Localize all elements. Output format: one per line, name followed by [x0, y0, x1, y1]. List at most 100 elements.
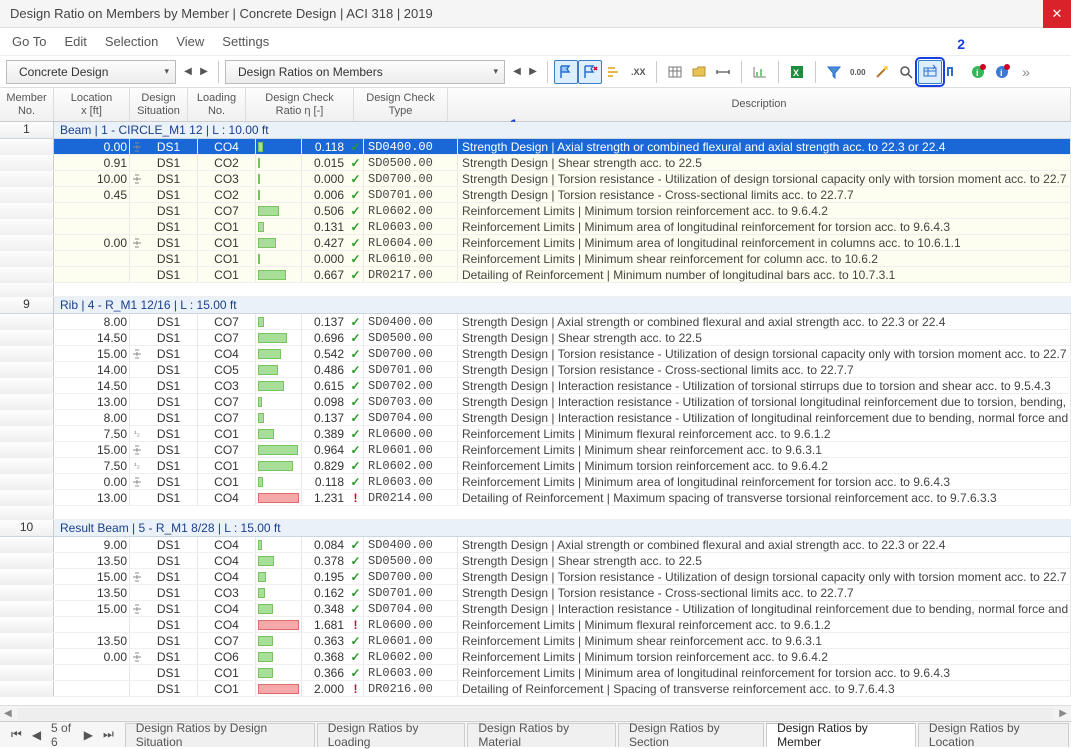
cell-ratio-bar	[256, 458, 302, 473]
table-row[interactable]: 15.00DS1CO40.542✓SD0700.00Strength Desig…	[0, 346, 1071, 362]
table-row[interactable]: 14.50DS1CO30.615✓SD0702.00Strength Desig…	[0, 378, 1071, 394]
table-row[interactable]: 0.45DS1CO20.006✓SD0701.00Strength Design…	[0, 187, 1071, 203]
table-row[interactable]: 0.00DS1CO40.118✓SD0400.00Strength Design…	[0, 139, 1071, 155]
table-row[interactable]: 0.00DS1CO10.427✓RL0604.00Reinforcement L…	[0, 235, 1071, 251]
table-row[interactable]: 14.50DS1CO70.696✓SD0500.00Strength Desig…	[0, 330, 1071, 346]
more-icon[interactable]: »	[1014, 60, 1038, 84]
cell-loading-no: CO3	[198, 585, 256, 600]
table-row[interactable]: 14.00DS1CO50.486✓SD0701.00Strength Desig…	[0, 362, 1071, 378]
horizontal-scrollbar[interactable]: ◀▶	[0, 705, 1071, 721]
member-icon[interactable]	[942, 60, 966, 84]
tab-navigator[interactable]: ⏮ ◀ 5 of 6 ▶ ⏭	[0, 721, 125, 749]
header-loading-no[interactable]: Loading No.	[188, 88, 246, 121]
cell-ratio-bar	[256, 569, 302, 584]
table-row[interactable]: 15.00DS1CO40.195✓SD0700.00Strength Desig…	[0, 569, 1071, 585]
header-location[interactable]: Location x [ft]	[54, 88, 130, 121]
next-addon-button[interactable]: ▶	[196, 61, 212, 83]
prev-addon-button[interactable]: ◀	[180, 61, 196, 83]
next-table-button[interactable]: ▶	[525, 61, 541, 83]
table-row[interactable]: 15.00DS1CO40.348✓SD0704.00Strength Desig…	[0, 601, 1071, 617]
view-gantt-icon[interactable]	[602, 60, 626, 84]
menu-settings[interactable]: Settings	[222, 34, 269, 49]
cell-loading-no: CO4	[198, 346, 256, 361]
last-page-icon[interactable]: ⏭	[100, 727, 117, 742]
table-view-icon[interactable]	[663, 60, 687, 84]
table-row[interactable]: 13.00DS1CO41.231!DR0214.00Detailing of R…	[0, 490, 1071, 506]
cell-ratio-value: 0.363	[302, 633, 348, 648]
table-row[interactable]: 0.00DS1CO10.118✓RL0603.00Reinforcement L…	[0, 474, 1071, 490]
check-status-icon: ✓	[348, 203, 364, 218]
table-row[interactable]: DS1CO10.366✓RL0603.00Reinforcement Limit…	[0, 665, 1071, 681]
tab-design-ratios-by-location[interactable]: Design Ratios by Location	[918, 723, 1069, 747]
folder-icon[interactable]	[687, 60, 711, 84]
header-member-no[interactable]: Member No.	[0, 88, 54, 121]
sync-selection-icon[interactable]	[918, 60, 942, 84]
header-design-situation[interactable]: Design Situation	[130, 88, 188, 121]
decimal-icon[interactable]: .XX	[626, 60, 650, 84]
table-row[interactable]: 13.50DS1CO30.162✓SD0701.00Strength Desig…	[0, 585, 1071, 601]
table-row[interactable]: 8.00DS1CO70.137✓SD0400.00Strength Design…	[0, 314, 1071, 330]
header-ratio[interactable]: Design Check Ratio η [-]	[246, 88, 354, 121]
check-status-icon: ✓	[348, 553, 364, 568]
cell-check-type: SD0702.00	[364, 378, 458, 393]
prev-table-button[interactable]: ◀	[509, 61, 525, 83]
next-page-icon[interactable]: ▶	[81, 728, 96, 742]
header-description[interactable]: Description	[448, 88, 1071, 121]
tab-design-ratios-by-material[interactable]: Design Ratios by Material	[467, 723, 616, 747]
table-row[interactable]: 9.00DS1CO40.084✓SD0400.00Strength Design…	[0, 537, 1071, 553]
table-row[interactable]: 13.50DS1CO70.363✓RL0601.00Reinforcement …	[0, 633, 1071, 649]
dimension-icon[interactable]	[711, 60, 735, 84]
table-row[interactable]: DS1CO70.506✓RL0602.00Reinforcement Limit…	[0, 203, 1071, 219]
close-button[interactable]: ✕	[1043, 0, 1071, 28]
table-row[interactable]: 15.00DS1CO70.964✓RL0601.00Reinforcement …	[0, 442, 1071, 458]
table-row[interactable]: 10.00DS1CO30.000✓SD0700.00Strength Desig…	[0, 171, 1071, 187]
table-row[interactable]: 0.00DS1CO60.368✓RL0602.00Reinforcement L…	[0, 649, 1071, 665]
cell-location: 0.00	[54, 474, 130, 489]
filter-flag-off-icon[interactable]	[578, 60, 602, 84]
results-grid[interactable]: 1Beam | 1 - CIRCLE_M1 12 | L : 10.00 ft0…	[0, 122, 1071, 705]
cell-design-situation: DS1	[140, 601, 198, 616]
first-page-icon[interactable]: ⏮	[8, 727, 25, 742]
info-green-icon[interactable]: i	[966, 60, 990, 84]
decimal-format-icon[interactable]: 0.00	[846, 60, 870, 84]
menu-go-to[interactable]: Go To	[12, 34, 46, 49]
table-row[interactable]: 7.50¹₂DS1CO10.389✓RL0600.00Reinforcement…	[0, 426, 1071, 442]
menu-view[interactable]: View	[176, 34, 204, 49]
table-row[interactable]: DS1CO10.667✓DR0217.00Detailing of Reinfo…	[0, 267, 1071, 283]
table-row[interactable]: DS1CO10.131✓RL0603.00Reinforcement Limit…	[0, 219, 1071, 235]
header-type[interactable]: Design Check Type	[354, 88, 448, 121]
table-row[interactable]: DS1CO10.000✓RL0610.00Reinforcement Limit…	[0, 251, 1071, 267]
table-row[interactable]: 7.50¹₂DS1CO10.829✓RL0602.00Reinforcement…	[0, 458, 1071, 474]
table-row[interactable]: DS1CO41.681!RL0600.00Reinforcement Limit…	[0, 617, 1071, 633]
group-title[interactable]: Rib | 4 - R_M1 12/16 | L : 15.00 ft	[54, 297, 243, 313]
tab-design-ratios-by-design-situation[interactable]: Design Ratios by Design Situation	[125, 723, 315, 747]
filter-flag-icon[interactable]	[554, 60, 578, 84]
group-title[interactable]: Beam | 1 - CIRCLE_M1 12 | L : 10.00 ft	[54, 122, 275, 138]
tab-design-ratios-by-section[interactable]: Design Ratios by Section	[618, 723, 764, 747]
group-title[interactable]: Result Beam | 5 - R_M1 8/28 | L : 15.00 …	[54, 520, 287, 536]
table-row[interactable]: 0.91DS1CO20.015✓SD0500.00Strength Design…	[0, 155, 1071, 171]
table-row[interactable]: 8.00DS1CO70.137✓SD0704.00Strength Design…	[0, 410, 1071, 426]
menu-selection[interactable]: Selection	[105, 34, 158, 49]
result-table-dropdown[interactable]: Design Ratios on Members ▾	[225, 60, 505, 84]
tab-design-ratios-by-member[interactable]: Design Ratios by Member	[766, 723, 916, 747]
table-row[interactable]: 13.00DS1CO70.098✓SD0703.00Strength Desig…	[0, 394, 1071, 410]
info-blue-icon[interactable]: i	[990, 60, 1014, 84]
cell-design-situation: DS1	[140, 553, 198, 568]
table-row[interactable]: 13.50DS1CO40.378✓SD0500.00Strength Desig…	[0, 553, 1071, 569]
check-status-icon: !	[348, 617, 364, 632]
menu-edit[interactable]: Edit	[64, 34, 86, 49]
prev-page-icon[interactable]: ◀	[29, 728, 44, 742]
wand-icon[interactable]	[870, 60, 894, 84]
excel-export-icon[interactable]: X	[785, 60, 809, 84]
funnel-icon[interactable]	[822, 60, 846, 84]
search-icon[interactable]	[894, 60, 918, 84]
cell-location: 0.00	[54, 649, 130, 664]
table-row[interactable]: DS1CO12.000!DR0216.00Detailing of Reinfo…	[0, 681, 1071, 697]
tab-design-ratios-by-loading[interactable]: Design Ratios by Loading	[317, 723, 466, 747]
design-addon-dropdown[interactable]: Concrete Design ▾	[6, 60, 176, 84]
cell-location: 13.50	[54, 585, 130, 600]
cell-ratio-bar	[256, 155, 302, 170]
chart-icon[interactable]	[748, 60, 772, 84]
cell-location: 8.00	[54, 314, 130, 329]
